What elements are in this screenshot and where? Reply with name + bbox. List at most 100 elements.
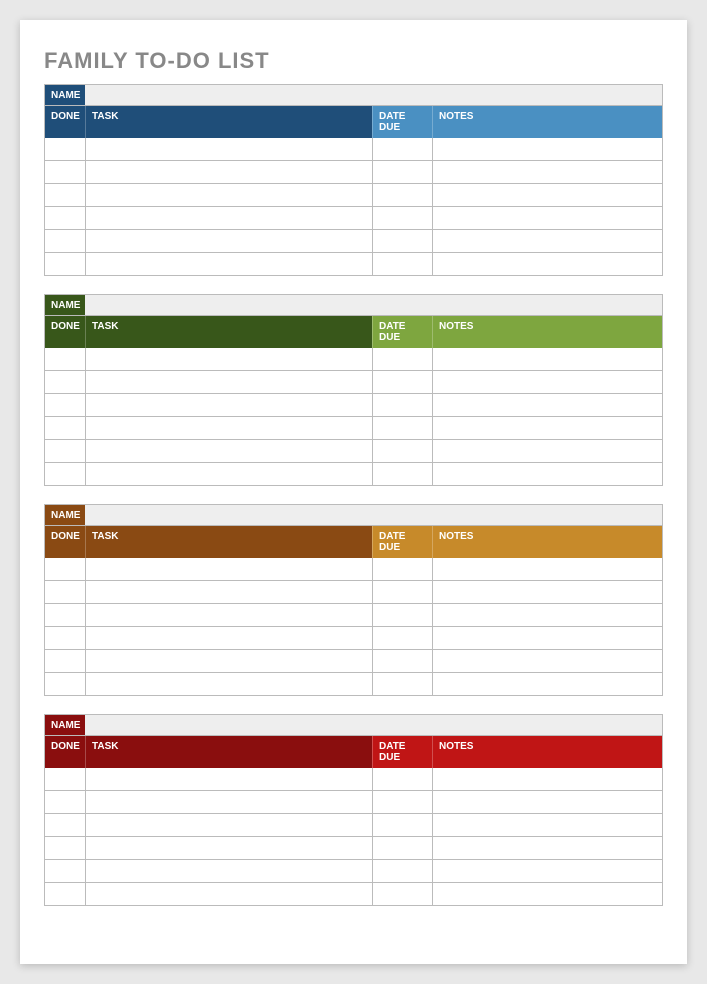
done-cell[interactable] bbox=[45, 161, 85, 183]
task-cell[interactable] bbox=[85, 558, 372, 580]
notes-cell[interactable] bbox=[432, 673, 662, 695]
notes-cell[interactable] bbox=[432, 253, 662, 275]
date-due-cell[interactable] bbox=[372, 440, 432, 462]
date-due-cell[interactable] bbox=[372, 161, 432, 183]
notes-cell[interactable] bbox=[432, 650, 662, 672]
date-due-cell[interactable] bbox=[372, 791, 432, 813]
date-due-cell[interactable] bbox=[372, 650, 432, 672]
date-due-cell[interactable] bbox=[372, 673, 432, 695]
task-cell[interactable] bbox=[85, 860, 372, 882]
notes-cell[interactable] bbox=[432, 581, 662, 603]
notes-cell[interactable] bbox=[432, 394, 662, 416]
notes-cell[interactable] bbox=[432, 348, 662, 370]
done-cell[interactable] bbox=[45, 440, 85, 462]
done-cell[interactable] bbox=[45, 463, 85, 485]
task-cell[interactable] bbox=[85, 207, 372, 229]
date-due-cell[interactable] bbox=[372, 627, 432, 649]
name-input[interactable] bbox=[85, 295, 662, 315]
done-cell[interactable] bbox=[45, 184, 85, 206]
date-due-cell[interactable] bbox=[372, 417, 432, 439]
task-cell[interactable] bbox=[85, 581, 372, 603]
done-cell[interactable] bbox=[45, 581, 85, 603]
task-cell[interactable] bbox=[85, 417, 372, 439]
notes-cell[interactable] bbox=[432, 184, 662, 206]
done-cell[interactable] bbox=[45, 394, 85, 416]
notes-cell[interactable] bbox=[432, 791, 662, 813]
name-input[interactable] bbox=[85, 505, 662, 525]
done-cell[interactable] bbox=[45, 883, 85, 905]
task-cell[interactable] bbox=[85, 768, 372, 790]
task-cell[interactable] bbox=[85, 604, 372, 626]
task-cell[interactable] bbox=[85, 673, 372, 695]
date-due-cell[interactable] bbox=[372, 207, 432, 229]
task-cell[interactable] bbox=[85, 371, 372, 393]
task-cell[interactable] bbox=[85, 394, 372, 416]
done-cell[interactable] bbox=[45, 627, 85, 649]
date-due-cell[interactable] bbox=[372, 253, 432, 275]
date-due-cell[interactable] bbox=[372, 581, 432, 603]
date-due-cell[interactable] bbox=[372, 604, 432, 626]
task-cell[interactable] bbox=[85, 814, 372, 836]
notes-cell[interactable] bbox=[432, 161, 662, 183]
notes-cell[interactable] bbox=[432, 230, 662, 252]
name-input[interactable] bbox=[85, 85, 662, 105]
done-cell[interactable] bbox=[45, 371, 85, 393]
done-cell[interactable] bbox=[45, 253, 85, 275]
notes-cell[interactable] bbox=[432, 463, 662, 485]
done-cell[interactable] bbox=[45, 417, 85, 439]
task-cell[interactable] bbox=[85, 440, 372, 462]
task-cell[interactable] bbox=[85, 184, 372, 206]
name-input[interactable] bbox=[85, 715, 662, 735]
done-cell[interactable] bbox=[45, 791, 85, 813]
task-cell[interactable] bbox=[85, 230, 372, 252]
notes-cell[interactable] bbox=[432, 138, 662, 160]
notes-cell[interactable] bbox=[432, 837, 662, 859]
date-due-cell[interactable] bbox=[372, 394, 432, 416]
date-due-cell[interactable] bbox=[372, 184, 432, 206]
date-due-cell[interactable] bbox=[372, 883, 432, 905]
task-cell[interactable] bbox=[85, 650, 372, 672]
date-due-cell[interactable] bbox=[372, 230, 432, 252]
done-cell[interactable] bbox=[45, 348, 85, 370]
notes-cell[interactable] bbox=[432, 604, 662, 626]
task-cell[interactable] bbox=[85, 161, 372, 183]
task-cell[interactable] bbox=[85, 463, 372, 485]
notes-cell[interactable] bbox=[432, 371, 662, 393]
notes-cell[interactable] bbox=[432, 627, 662, 649]
date-due-cell[interactable] bbox=[372, 463, 432, 485]
task-cell[interactable] bbox=[85, 791, 372, 813]
task-cell[interactable] bbox=[85, 883, 372, 905]
done-cell[interactable] bbox=[45, 814, 85, 836]
date-due-cell[interactable] bbox=[372, 768, 432, 790]
notes-cell[interactable] bbox=[432, 440, 662, 462]
date-due-cell[interactable] bbox=[372, 558, 432, 580]
notes-cell[interactable] bbox=[432, 207, 662, 229]
notes-cell[interactable] bbox=[432, 814, 662, 836]
done-cell[interactable] bbox=[45, 768, 85, 790]
notes-cell[interactable] bbox=[432, 883, 662, 905]
done-cell[interactable] bbox=[45, 837, 85, 859]
date-due-cell[interactable] bbox=[372, 814, 432, 836]
done-cell[interactable] bbox=[45, 650, 85, 672]
task-cell[interactable] bbox=[85, 138, 372, 160]
done-cell[interactable] bbox=[45, 673, 85, 695]
done-cell[interactable] bbox=[45, 138, 85, 160]
task-cell[interactable] bbox=[85, 627, 372, 649]
date-due-cell[interactable] bbox=[372, 860, 432, 882]
date-due-cell[interactable] bbox=[372, 348, 432, 370]
notes-cell[interactable] bbox=[432, 860, 662, 882]
notes-cell[interactable] bbox=[432, 768, 662, 790]
done-cell[interactable] bbox=[45, 230, 85, 252]
notes-cell[interactable] bbox=[432, 558, 662, 580]
done-cell[interactable] bbox=[45, 558, 85, 580]
date-due-cell[interactable] bbox=[372, 371, 432, 393]
done-cell[interactable] bbox=[45, 604, 85, 626]
task-cell[interactable] bbox=[85, 837, 372, 859]
task-cell[interactable] bbox=[85, 253, 372, 275]
date-due-cell[interactable] bbox=[372, 138, 432, 160]
notes-cell[interactable] bbox=[432, 417, 662, 439]
done-cell[interactable] bbox=[45, 860, 85, 882]
task-cell[interactable] bbox=[85, 348, 372, 370]
date-due-cell[interactable] bbox=[372, 837, 432, 859]
done-cell[interactable] bbox=[45, 207, 85, 229]
